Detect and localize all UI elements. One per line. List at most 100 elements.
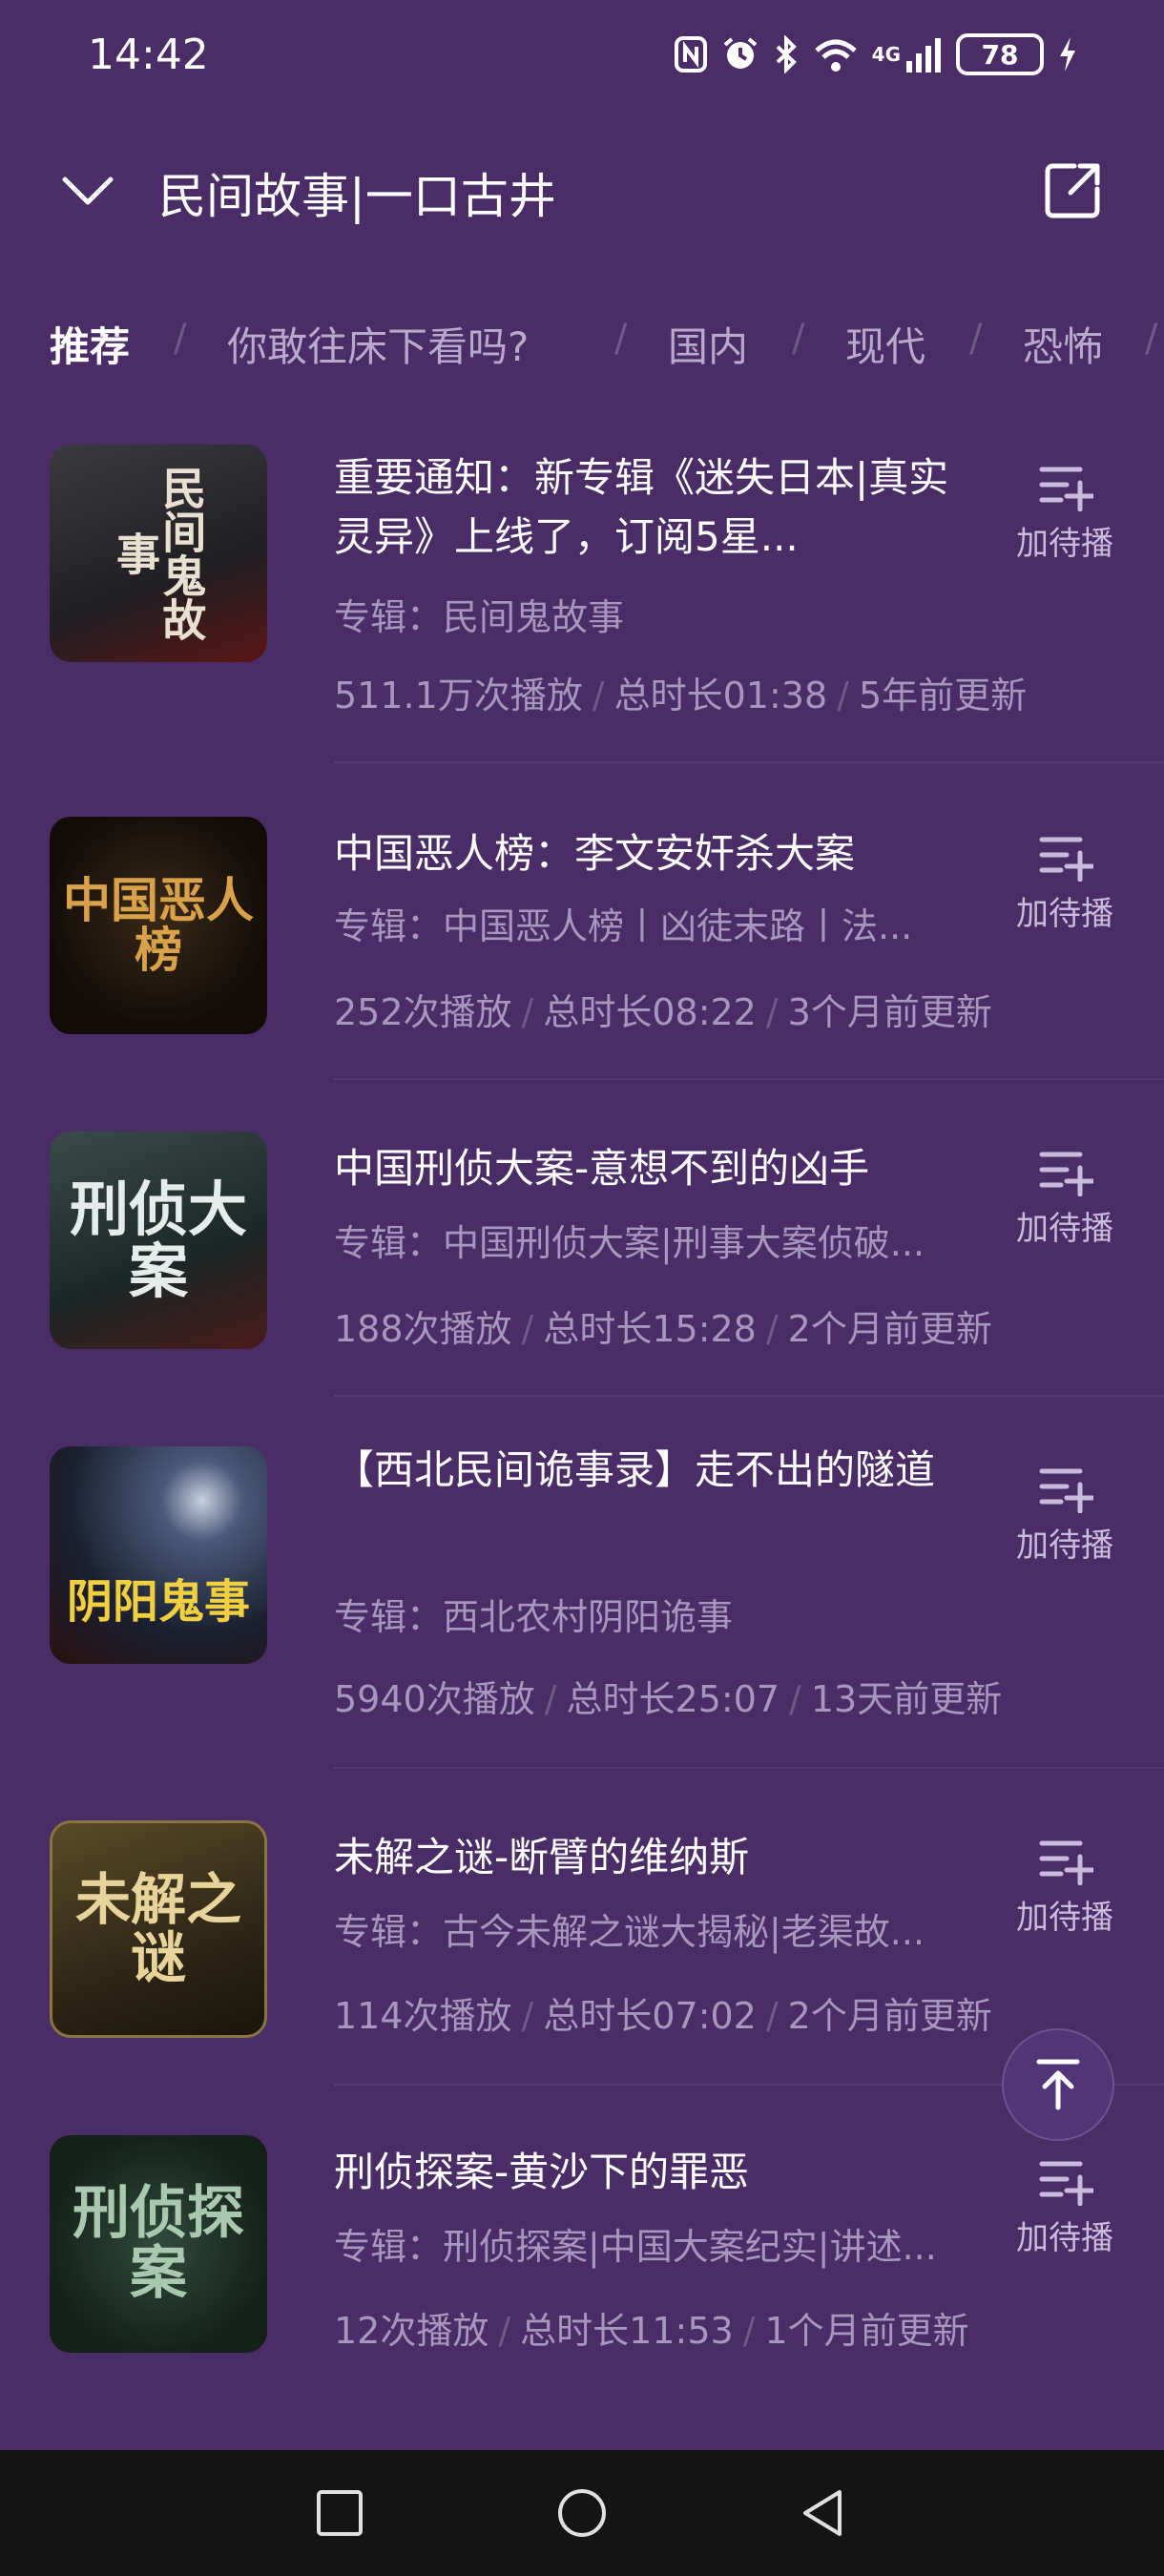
track-title: 【西北民间诡事录】走不出的隧道	[334, 1446, 936, 1493]
track-meta: 5940次播放 / 总时长25:07/13天前更新	[334, 1678, 1003, 1720]
cover-text: 阴阳鬼事	[66, 1574, 250, 1629]
share-icon	[1045, 163, 1100, 218]
list-item[interactable]: 中国恶人榜 中国恶人榜：李文安奸杀大案 专辑：中国恶人榜丨凶徒末路丨法... 2…	[0, 763, 1164, 1080]
scroll-to-top-button[interactable]	[1002, 2028, 1114, 2141]
track-title: 中国恶人榜：李文安奸杀大案	[334, 830, 856, 877]
tab-horror[interactable]: 恐怖	[1023, 315, 1103, 373]
back-button[interactable]	[788, 2479, 857, 2547]
list-item[interactable]: 刑侦探案 刑侦探案-黄沙下的罪恶 专辑：刑侦探案|中国大案纪实|讲述... 12…	[0, 2086, 1164, 2410]
play-count: 114次播放	[334, 1995, 512, 2037]
arrow-up-icon	[1036, 2059, 1080, 2110]
add-to-queue-button[interactable]: 加待播	[998, 1836, 1132, 1950]
share-button[interactable]	[1038, 156, 1107, 225]
tab-modern[interactable]: 现代	[845, 315, 925, 373]
album-name: 专辑：西北农村阴阳诡事	[334, 1596, 734, 1638]
list-item[interactable]: 未解之谜 未解之谜-断臂的维纳斯 专辑：古今未解之谜大揭秘|老渠故... 114…	[0, 1769, 1164, 2086]
track-meta: 12次播放 / 总时长11:53/1个月前更新	[334, 2310, 969, 2352]
status-time: 14:42	[88, 31, 209, 79]
charging-icon	[1057, 33, 1078, 75]
collapse-button[interactable]	[53, 160, 122, 221]
wifi-icon	[813, 33, 859, 75]
play-count: 252次播放	[334, 991, 512, 1033]
album-cover: 中国恶人榜	[50, 817, 267, 1034]
add-to-queue-label: 加待播	[1016, 2219, 1113, 2257]
album-name: 专辑：刑侦探案|中国大案纪实|讲述...	[334, 2226, 937, 2268]
nfc-icon	[674, 33, 708, 75]
duration: 总时长07:02	[543, 1995, 757, 2037]
album-name: 专辑：古今未解之谜大揭秘|老渠故...	[334, 1911, 925, 1953]
status-icons: 4G 78	[674, 29, 1078, 80]
list-item[interactable]: 民间鬼故事 重要通知：新专辑《迷失日本|真实灵异》上线了，订阅5星... 专辑：…	[0, 410, 1164, 763]
album-cover: 阴阳鬼事	[50, 1446, 267, 1664]
track-title: 刑侦探案-黄沙下的罪恶	[334, 2149, 750, 2195]
header: 民间故事|一口古井	[0, 143, 1164, 239]
album-cover: 刑侦大案	[50, 1132, 267, 1349]
add-to-queue-icon	[1039, 1152, 1093, 1196]
home-button[interactable]	[548, 2479, 616, 2547]
play-count: 188次播放	[334, 1308, 512, 1350]
cover-text: 刑侦探案	[73, 2180, 244, 2307]
cover-text: 刑侦大案	[69, 1174, 247, 1306]
tab-separator: /	[1145, 317, 1158, 361]
status-bar: 14:42 4G 78	[0, 0, 1164, 114]
duration: 总时长08:22	[543, 991, 757, 1033]
add-to-queue-button[interactable]: 加待播	[998, 832, 1132, 946]
track-title: 重要通知：新专辑《迷失日本|真实灵异》上线了，订阅5星...	[334, 454, 949, 560]
bluetooth-icon	[773, 33, 800, 75]
track-title: 未解之谜-断臂的维纳斯	[334, 1834, 750, 1880]
home-icon	[558, 2489, 606, 2537]
recent-apps-button[interactable]	[305, 2479, 374, 2547]
add-to-queue-button[interactable]: 加待播	[998, 1147, 1132, 1261]
track-meta: 188次播放 / 总时长15:28/2个月前更新	[334, 1308, 992, 1350]
network-label: 4G	[871, 43, 901, 66]
add-to-queue-label: 加待播	[1016, 895, 1113, 933]
add-to-queue-button[interactable]: 加待播	[998, 1464, 1132, 1578]
add-to-queue-label: 加待播	[1016, 1899, 1113, 1937]
duration: 总时长11:53	[520, 2310, 734, 2352]
tab-recommend[interactable]: 推荐	[50, 315, 130, 373]
album-name: 专辑：中国刑侦大案|刑事大案侦破...	[334, 1222, 925, 1264]
list-item[interactable]: 阴阳鬼事 【西北民间诡事录】走不出的隧道 专辑：西北农村阴阳诡事 5940次播放…	[0, 1397, 1164, 1769]
add-to-queue-label: 加待播	[1016, 1210, 1113, 1248]
track-meta: 252次播放 / 总时长08:22/3个月前更新	[334, 991, 992, 1033]
back-icon	[803, 2490, 842, 2536]
add-to-queue-icon	[1039, 467, 1093, 511]
tab-under-bed[interactable]: 你敢往床下看吗?	[227, 315, 529, 373]
tab-separator: /	[614, 317, 628, 361]
album-name: 专辑：中国恶人榜丨凶徒末路丨法...	[334, 905, 913, 947]
track-meta: 114次播放 / 总时长07:02/2个月前更新	[334, 1995, 992, 2037]
track-title: 中国刑侦大案-意想不到的凶手	[334, 1145, 870, 1192]
cover-text: 中国恶人榜	[63, 871, 254, 978]
chevron-down-icon	[62, 177, 114, 205]
tab-separator: /	[969, 317, 983, 361]
track-meta: 511.1万次播放 / 总时长01:38/5年前更新	[334, 675, 1028, 717]
cover-text: 未解之谜	[74, 1867, 241, 1990]
updated-time: 1个月前更新	[764, 2310, 969, 2352]
alarm-icon	[721, 33, 759, 75]
album-name: 专辑：民间鬼故事	[334, 596, 625, 638]
tab-separator: /	[792, 317, 805, 361]
add-to-queue-button[interactable]: 加待播	[998, 462, 1132, 576]
play-count: 5940次播放	[334, 1678, 535, 1720]
album-cover: 刑侦探案	[50, 2135, 267, 2353]
play-count: 12次播放	[334, 2310, 489, 2352]
duration: 总时长01:38	[613, 675, 828, 717]
category-tabs: 推荐 / 你敢往床下看吗? / 国内 / 现代 / 恐怖 /	[0, 305, 1164, 382]
list-item[interactable]: 刑侦大案 中国刑侦大案-意想不到的凶手 专辑：中国刑侦大案|刑事大案侦破... …	[0, 1080, 1164, 1397]
add-to-queue-button[interactable]: 加待播	[998, 2156, 1132, 2271]
updated-time: 13天前更新	[810, 1678, 1003, 1720]
recent-apps-icon	[317, 2490, 363, 2536]
add-to-queue-label: 加待播	[1016, 525, 1113, 563]
page-title: 民间故事|一口古井	[158, 169, 556, 224]
updated-time: 5年前更新	[858, 675, 1028, 717]
add-to-queue-icon	[1039, 1468, 1093, 1513]
battery-indicator: 78	[956, 33, 1044, 75]
updated-time: 3个月前更新	[787, 991, 992, 1033]
system-nav-bar	[0, 2450, 1164, 2576]
album-cover: 未解之谜	[50, 1820, 267, 2038]
updated-time: 2个月前更新	[787, 1308, 992, 1350]
album-cover: 民间鬼故事	[50, 445, 267, 662]
duration: 总时长15:28	[543, 1308, 757, 1350]
add-to-queue-icon	[1039, 1840, 1093, 1885]
tab-domestic[interactable]: 国内	[668, 315, 748, 373]
